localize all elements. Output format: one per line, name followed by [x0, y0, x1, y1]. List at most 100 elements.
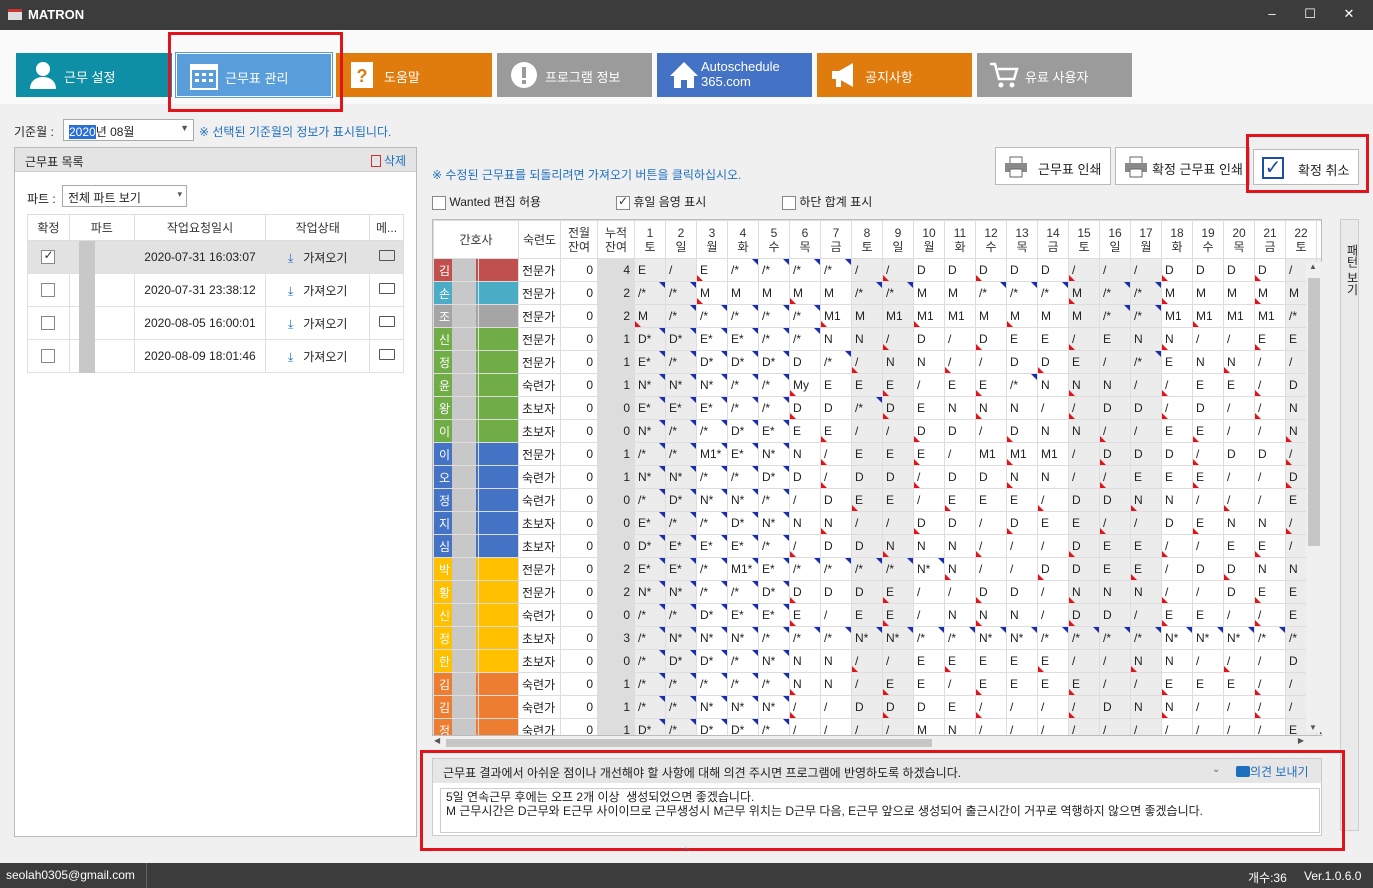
shift-cell[interactable]: /	[1161, 580, 1193, 604]
download-icon[interactable]: ⤓	[288, 284, 293, 298]
shift-cell[interactable]: E*	[634, 511, 666, 535]
shift-cell[interactable]: N*	[696, 626, 728, 650]
shift-cell[interactable]: N*	[634, 373, 666, 397]
status-cell[interactable]: ⤓ 가져오기	[265, 339, 371, 373]
shift-cell[interactable]: M1	[882, 304, 914, 328]
day-header[interactable]: 22 토	[1285, 220, 1317, 259]
shift-cell[interactable]: N	[789, 511, 821, 535]
memo-cell[interactable]	[369, 240, 404, 274]
shift-cell[interactable]: N	[1223, 511, 1255, 535]
shift-cell[interactable]: /	[1223, 718, 1255, 735]
shift-cell[interactable]: E	[1006, 488, 1038, 512]
shift-cell[interactable]: /	[1099, 465, 1131, 489]
shift-cell[interactable]: /	[913, 488, 945, 512]
shift-cell[interactable]: D	[1068, 557, 1100, 581]
skill-cell[interactable]: 전문가	[518, 258, 561, 282]
shift-cell[interactable]: M1	[913, 304, 945, 328]
shift-cell[interactable]: /	[882, 327, 914, 351]
shift-cell[interactable]: /	[820, 695, 852, 719]
shift-cell[interactable]: E	[1192, 373, 1224, 397]
skill-cell[interactable]: 전문가	[518, 580, 561, 604]
nurse-name-cell[interactable]: 정	[433, 626, 479, 650]
shift-cell[interactable]: N	[882, 534, 914, 558]
shift-cell[interactable]: /	[944, 580, 976, 604]
print-confirmed-button[interactable]: 확정 근무표 인쇄	[1115, 147, 1250, 185]
shift-cell[interactable]: /*	[758, 258, 790, 282]
nurse-name-cell[interactable]: 신	[433, 327, 479, 351]
shift-cell[interactable]: /	[1161, 373, 1193, 397]
basemonth-select[interactable]: 2020년 08월 ▼	[63, 119, 194, 141]
shift-cell[interactable]: /	[1223, 465, 1255, 489]
memo-icon[interactable]	[378, 283, 395, 294]
wanted-edit-option[interactable]: Wanted 편집 허용	[432, 193, 541, 210]
shift-cell[interactable]: D	[1037, 557, 1069, 581]
shift-cell[interactable]: N*	[758, 511, 790, 535]
shift-cell[interactable]: /	[1192, 442, 1224, 466]
shift-cell[interactable]: /*	[665, 350, 697, 374]
cum-remaining-cell[interactable]: 2	[597, 557, 635, 581]
shift-cell[interactable]: E	[1037, 511, 1069, 535]
shift-cell[interactable]: /*	[634, 649, 666, 673]
cum-remaining-cell[interactable]: 1	[597, 695, 635, 719]
shift-cell[interactable]: /*	[665, 695, 697, 719]
shift-cell[interactable]: M	[1037, 304, 1069, 328]
pattern-view-tab[interactable]: 패턴 보기	[1340, 219, 1359, 831]
shift-cell[interactable]: /	[975, 511, 1007, 535]
shift-cell[interactable]: E	[944, 488, 976, 512]
shift-cell[interactable]: /	[851, 672, 883, 696]
shift-cell[interactable]: /	[1192, 488, 1224, 512]
status-cell[interactable]: ⤓ 가져오기	[265, 273, 371, 307]
shift-cell[interactable]: D	[1099, 488, 1131, 512]
shift-cell[interactable]: D*	[696, 718, 728, 735]
shift-cell[interactable]: N	[944, 557, 976, 581]
shift-cell[interactable]: /	[1130, 603, 1162, 627]
day-header[interactable]: 18 화	[1161, 220, 1193, 259]
shift-cell[interactable]: /	[1254, 396, 1286, 420]
shift-cell[interactable]: N	[1130, 488, 1162, 512]
shift-cell[interactable]: /	[1068, 465, 1100, 489]
day-header[interactable]: 15 토	[1068, 220, 1100, 259]
bottom-total-option[interactable]: 하단 합계 표시	[782, 193, 872, 210]
nurse-row[interactable]: 이전문가01/*/*M1*E*N*N/EEE/M1M1M1/DDD/DD//	[433, 442, 1321, 466]
shift-cell[interactable]: /	[1037, 580, 1069, 604]
scroll-right-arrow[interactable]: ▶	[1298, 736, 1304, 745]
day-header[interactable]: 23일	[1316, 220, 1321, 259]
shift-cell[interactable]: M	[727, 281, 759, 305]
memo-icon[interactable]	[378, 349, 395, 360]
shift-cell[interactable]: M1	[1006, 442, 1038, 466]
shift-cell[interactable]: /*	[727, 258, 759, 282]
shift-cell[interactable]: /	[789, 534, 821, 558]
shift-cell[interactable]: D	[1068, 603, 1100, 627]
shift-cell[interactable]: E*	[758, 419, 790, 443]
prev-remaining-cell[interactable]: 0	[560, 442, 598, 466]
shift-cell[interactable]: N	[820, 672, 852, 696]
shift-cell[interactable]: /*	[665, 603, 697, 627]
shift-cell[interactable]: /	[1037, 695, 1069, 719]
nurse-row[interactable]: 이초보자00N*/*/*D*E*EE//DD/DNN//EE//NN	[433, 419, 1321, 443]
shift-cell[interactable]: /	[1254, 419, 1286, 443]
shift-cell[interactable]: /	[820, 442, 852, 466]
shift-cell[interactable]: E	[1161, 350, 1193, 374]
shift-cell[interactable]: /*	[758, 396, 790, 420]
skill-cell[interactable]: 초보자	[518, 649, 561, 673]
shift-cell[interactable]: /*	[975, 281, 1007, 305]
prev-remaining-cell[interactable]: 0	[560, 373, 598, 397]
shift-cell[interactable]: /*	[851, 281, 883, 305]
shift-cell[interactable]: D	[913, 419, 945, 443]
cum-remaining-cell[interactable]: 1	[597, 373, 635, 397]
skill-cell[interactable]: 초보자	[518, 396, 561, 420]
status-cell[interactable]: ⤓ 가져오기	[265, 240, 371, 274]
day-header[interactable]: 20 목	[1223, 220, 1255, 259]
day-header[interactable]: 4화	[727, 220, 759, 259]
cum-remaining-cell[interactable]: 0	[597, 534, 635, 558]
shift-cell[interactable]: /*	[665, 281, 697, 305]
shift-cell[interactable]: N*	[727, 626, 759, 650]
shift-cell[interactable]: /*	[634, 603, 666, 627]
shift-cell[interactable]: D*	[665, 488, 697, 512]
shift-cell[interactable]: E	[1192, 672, 1224, 696]
shift-cell[interactable]: /	[1068, 258, 1100, 282]
scroll-down-arrow[interactable]: ▼	[1309, 723, 1317, 732]
shift-cell[interactable]: M1	[1037, 442, 1069, 466]
shift-cell[interactable]: M	[1192, 281, 1224, 305]
shift-cell[interactable]: /	[1223, 695, 1255, 719]
